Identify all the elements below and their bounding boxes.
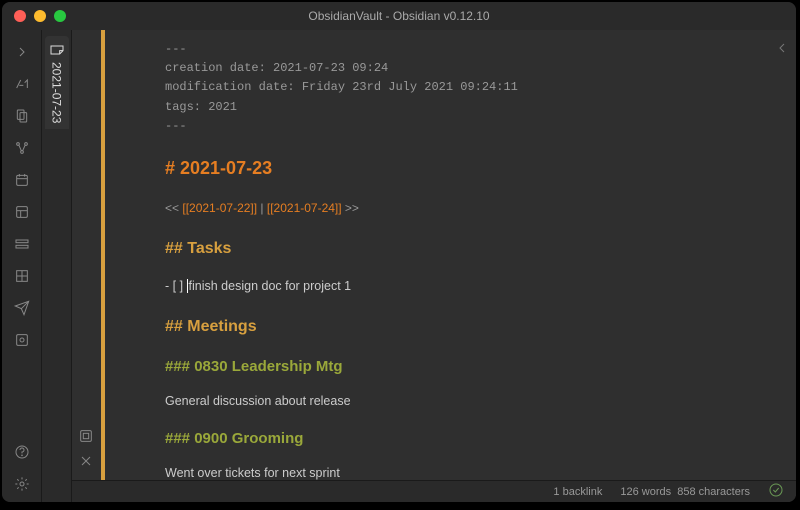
heading-1: # 2021-07-23 (165, 154, 748, 183)
tab-active[interactable]: 2021-07-23 (45, 36, 69, 129)
nav-post: >> (342, 201, 359, 215)
chevron-left-icon[interactable] (774, 40, 790, 61)
task-text: finish design doc for project 1 (189, 279, 352, 293)
preview-toggle-icon[interactable] (8, 70, 36, 98)
nav-pre: << (165, 201, 182, 215)
h3-hash: ### (165, 358, 190, 375)
close-pane-icon[interactable] (78, 453, 94, 472)
editor-area: --- creation date: 2021-07-23 09:24 modi… (72, 30, 796, 502)
frontmatter-delim: --- (165, 40, 748, 59)
frontmatter-creation: creation date: 2021-07-23 09:24 (165, 59, 748, 78)
text-cursor (187, 279, 188, 293)
meeting-2-body: Went over tickets for next sprint (165, 463, 748, 480)
graph-icon[interactable] (8, 134, 36, 162)
sync-status-icon[interactable] (768, 482, 784, 501)
files-icon[interactable] (8, 102, 36, 130)
h2-hash: ## (165, 240, 183, 257)
editor-body: --- creation date: 2021-07-23 09:24 modi… (72, 30, 796, 480)
command-palette-icon[interactable] (8, 230, 36, 258)
h3-text: 0830 Leadership Mtg (190, 358, 343, 375)
heading-tasks: ## Tasks (165, 236, 748, 262)
frontmatter-modification: modification date: Friday 23rd July 2021… (165, 78, 748, 97)
frontmatter-tags: tags: 2021 (165, 98, 748, 117)
tab-label: 2021-07-23 (50, 62, 64, 123)
right-collapse-strip (768, 30, 796, 480)
chevron-right-icon[interactable] (8, 38, 36, 66)
file-icon (49, 42, 65, 58)
prev-day-link[interactable]: [[2021-07-22]] (182, 201, 257, 215)
titlebar: ObsidianVault - Obsidian v0.12.10 (2, 2, 796, 30)
left-ribbon (2, 30, 42, 502)
h2-text: Tasks (183, 240, 232, 257)
link-pane-icon[interactable] (78, 428, 94, 447)
main-area: 2021-07-23 --- creation date: 2021-07-23… (2, 30, 796, 502)
h2-hash: ## (165, 318, 183, 335)
table-icon[interactable] (8, 262, 36, 290)
h2-text: Meetings (183, 318, 257, 335)
template-icon[interactable] (8, 198, 36, 226)
tab-strip: 2021-07-23 (42, 30, 72, 502)
h1-text: 2021-07-23 (175, 158, 272, 178)
statusbar: 1 backlink 126 words 858 characters (72, 480, 796, 502)
daily-note-icon[interactable] (8, 166, 36, 194)
sync-icon[interactable] (8, 326, 36, 354)
close-window-button[interactable] (14, 10, 26, 22)
publish-icon[interactable] (8, 294, 36, 322)
heading-meeting-1: ### 0830 Leadership Mtg (165, 355, 748, 379)
help-icon[interactable] (8, 438, 36, 466)
maximize-window-button[interactable] (54, 10, 66, 22)
nav-sep: | (257, 201, 267, 215)
date-nav-line: << [[2021-07-22]] | [[2021-07-24]] >> (165, 199, 748, 218)
status-wordcount: 126 words 858 characters (620, 486, 750, 498)
meeting-1-body: General discussion about release (165, 391, 748, 411)
status-backlinks[interactable]: 1 backlink (553, 486, 602, 498)
window-controls (2, 10, 66, 22)
window-title: ObsidianVault - Obsidian v0.12.10 (308, 9, 489, 23)
h1-hash: # (165, 158, 175, 178)
pane-controls (72, 30, 100, 480)
frontmatter-delim-end: --- (165, 117, 748, 136)
task-checkbox-prefix: - [ ] (165, 279, 187, 293)
heading-meetings: ## Meetings (165, 314, 748, 340)
app-window: ObsidianVault - Obsidian v0.12.10 2021-0… (2, 2, 796, 502)
h3-text: 0900 Grooming (190, 430, 303, 447)
task-item: - [ ] finish design doc for project 1 (165, 276, 748, 296)
next-day-link[interactable]: [[2021-07-24]] (267, 201, 342, 215)
frontmatter-block: --- creation date: 2021-07-23 09:24 modi… (165, 40, 748, 136)
settings-icon[interactable] (8, 470, 36, 498)
editor-content[interactable]: --- creation date: 2021-07-23 09:24 modi… (105, 30, 768, 480)
h3-hash: ### (165, 430, 190, 447)
minimize-window-button[interactable] (34, 10, 46, 22)
heading-meeting-2: ### 0900 Grooming (165, 427, 748, 451)
